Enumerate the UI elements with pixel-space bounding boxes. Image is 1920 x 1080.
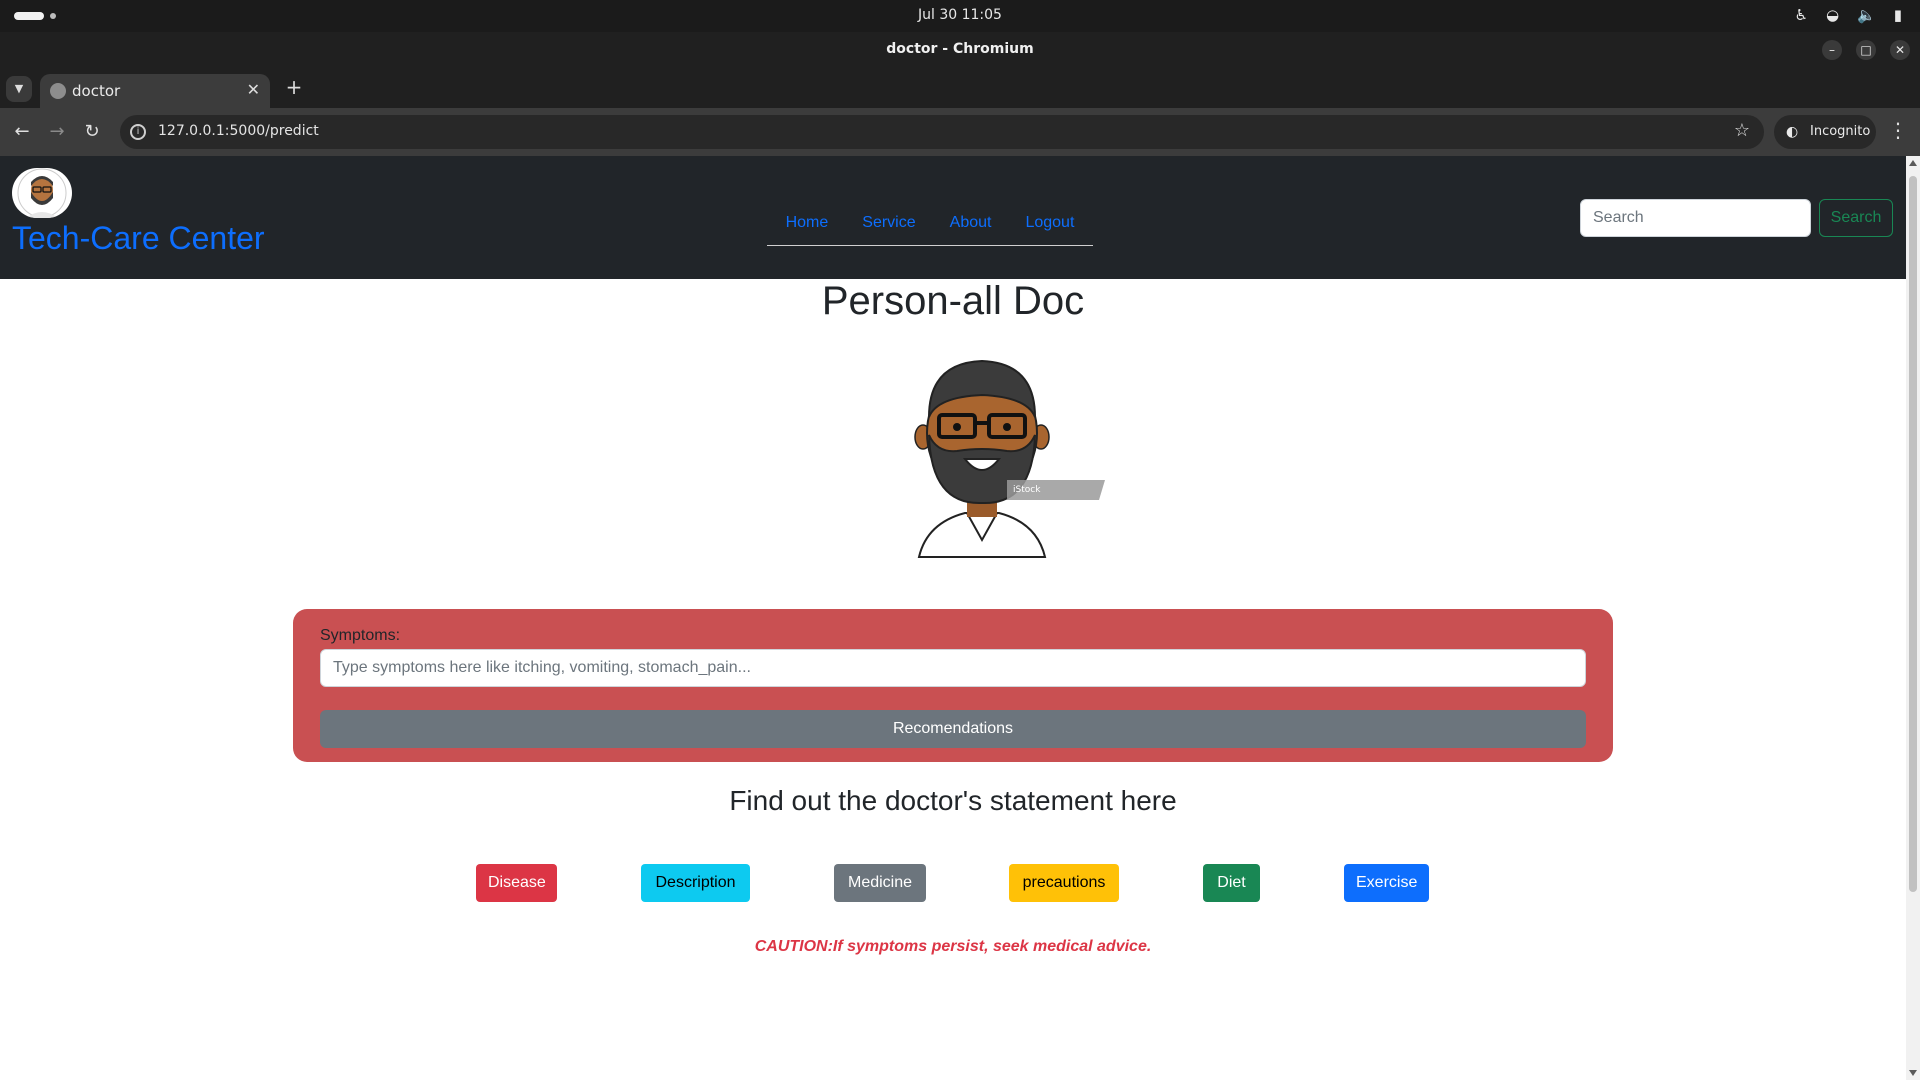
- doctor-illustration: iStock: [857, 335, 1107, 585]
- scroll-up-icon[interactable]: [1909, 160, 1917, 166]
- back-button[interactable]: ←: [10, 120, 34, 144]
- scrollbar-thumb[interactable]: [1909, 176, 1917, 892]
- reload-button[interactable]: ↻: [80, 120, 104, 144]
- logo-avatar[interactable]: [12, 168, 72, 218]
- tab-title: doctor: [72, 82, 121, 100]
- caution-text: CAUTION:If symptoms persist, seek medica…: [754, 938, 1152, 955]
- browser-menu-icon[interactable]: ⋮: [1888, 118, 1908, 142]
- page-title: Person-all Doc: [821, 279, 1085, 323]
- incognito-icon: ◐: [1786, 124, 1799, 140]
- page-scrollbar[interactable]: [1906, 156, 1920, 1080]
- site-search-input[interactable]: [1580, 199, 1811, 237]
- description-button[interactable]: Description: [641, 864, 750, 902]
- scroll-down-icon[interactable]: [1909, 1070, 1917, 1076]
- battery-icon[interactable]: ▮: [1894, 6, 1902, 24]
- forward-button[interactable]: →: [45, 120, 69, 144]
- tab-close-icon[interactable]: ✕: [247, 80, 260, 99]
- disease-button[interactable]: Disease: [476, 864, 557, 902]
- nav-service[interactable]: Service: [862, 206, 915, 245]
- incognito-label: Incognito: [1810, 124, 1871, 139]
- window-title: doctor - Chromium: [886, 41, 1034, 57]
- tab-strip: ▼ doctor ✕ +: [0, 68, 1920, 108]
- symptoms-label: Symptoms:: [320, 627, 401, 644]
- address-bar[interactable]: i 127.0.0.1:5000/predict ☆: [120, 115, 1764, 149]
- system-tray[interactable]: ♿ ◒ 🔈 ▮: [1795, 6, 1903, 24]
- tab-search-button[interactable]: ▼: [6, 76, 32, 102]
- watermark-text: iStock: [1013, 485, 1041, 495]
- nav-about[interactable]: About: [950, 206, 992, 245]
- window-titlebar: doctor - Chromium – □ ✕: [0, 32, 1920, 68]
- page-viewport: Tech-Care Center Home Service About Logo…: [0, 156, 1920, 1080]
- minimize-button[interactable]: –: [1822, 40, 1842, 60]
- wifi-icon[interactable]: ◒: [1826, 6, 1839, 24]
- site-info-icon[interactable]: i: [130, 124, 146, 140]
- site-search-button[interactable]: Search: [1819, 199, 1893, 237]
- site-navbar: Tech-Care Center Home Service About Logo…: [0, 156, 1906, 279]
- precautions-button[interactable]: precautions: [1009, 864, 1119, 902]
- system-top-bar: Jul 30 11:05 ♿ ◒ 🔈 ▮: [0, 0, 1920, 32]
- url-text[interactable]: 127.0.0.1:5000/predict: [158, 123, 319, 139]
- nav-home[interactable]: Home: [786, 206, 829, 245]
- medicine-button[interactable]: Medicine: [834, 864, 926, 902]
- system-clock[interactable]: Jul 30 11:05: [0, 7, 1920, 23]
- nav-logout[interactable]: Logout: [1025, 206, 1074, 245]
- accessibility-icon[interactable]: ♿: [1795, 6, 1808, 24]
- maximize-button[interactable]: □: [1856, 40, 1876, 60]
- exercise-button[interactable]: Exercise: [1344, 864, 1429, 902]
- site-nav-links: Home Service About Logout: [767, 206, 1093, 246]
- symptoms-input[interactable]: [320, 649, 1586, 687]
- diet-button[interactable]: Diet: [1203, 864, 1260, 902]
- volume-icon[interactable]: 🔈: [1857, 6, 1876, 24]
- symptom-form: Symptoms: Recomendations: [293, 609, 1613, 762]
- recommendations-button[interactable]: Recomendations: [320, 710, 1586, 748]
- close-window-button[interactable]: ✕: [1890, 40, 1910, 60]
- globe-icon: [50, 83, 66, 99]
- browser-tab[interactable]: doctor ✕: [40, 74, 270, 108]
- new-tab-button[interactable]: +: [282, 76, 306, 100]
- site-brand[interactable]: Tech-Care Center: [12, 220, 265, 257]
- bookmark-star-icon[interactable]: ☆: [1734, 120, 1750, 141]
- incognito-indicator[interactable]: ◐ Incognito: [1774, 115, 1876, 149]
- statement-heading: Find out the doctor's statement here: [729, 785, 1177, 816]
- browser-toolbar: ← → ↻ i 127.0.0.1:5000/predict ☆ ◐ Incog…: [0, 108, 1920, 156]
